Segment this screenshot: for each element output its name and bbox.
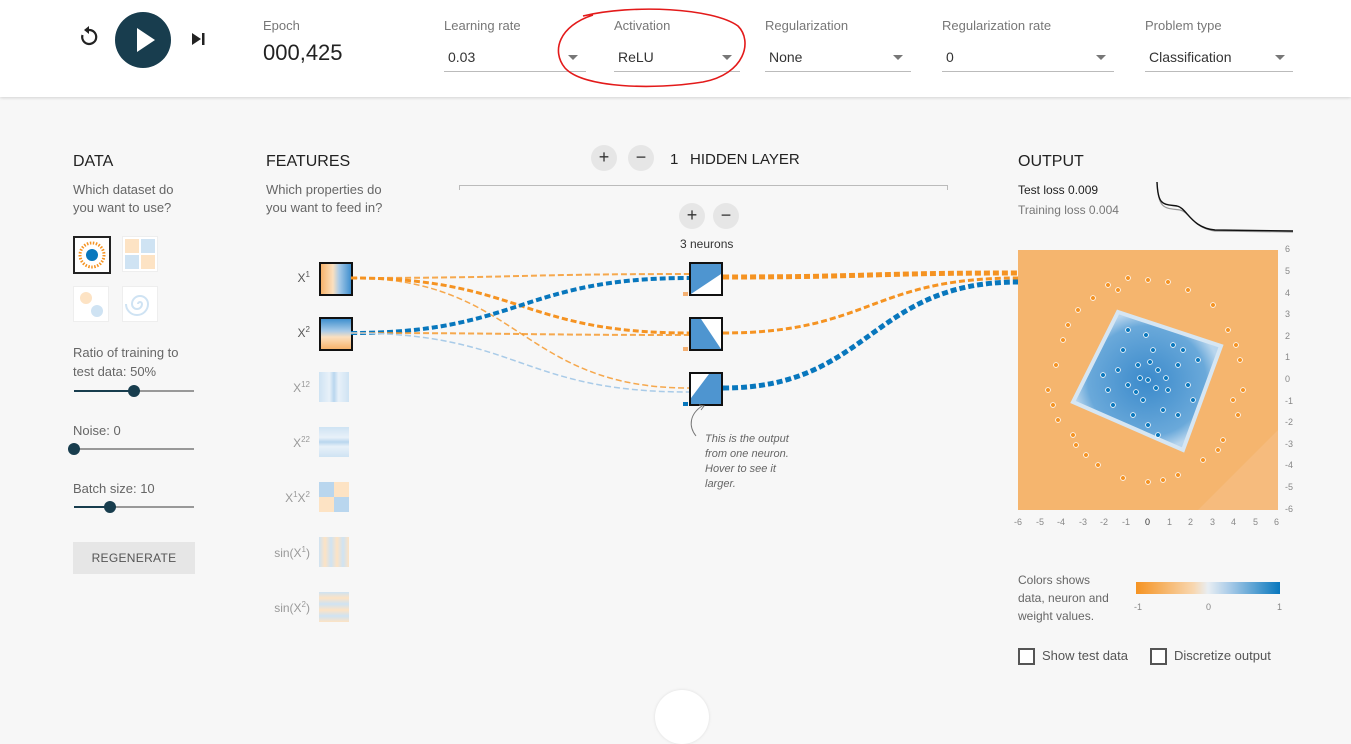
loss-chart bbox=[1156, 181, 1294, 233]
neuron-3[interactable] bbox=[689, 372, 723, 406]
neuron-tooltip: This is the output from one neuron. Hove… bbox=[705, 433, 789, 490]
neuron-bias-2 bbox=[683, 347, 688, 351]
color-scale-max: 1 bbox=[1277, 602, 1283, 612]
show-test-data-checkbox[interactable] bbox=[1018, 648, 1035, 665]
tooltip-arrow bbox=[690, 404, 705, 437]
hidden-layers-count: 1 bbox=[670, 151, 679, 168]
neuron-2[interactable] bbox=[689, 317, 723, 351]
neuron-1[interactable] bbox=[689, 262, 723, 296]
test-loss: Test loss 0.009 bbox=[1018, 183, 1099, 197]
colors-desc-2: data, neuron and bbox=[1018, 591, 1109, 605]
discretize-output-checkbox[interactable] bbox=[1150, 648, 1167, 665]
colors-desc-1: Colors shows bbox=[1018, 573, 1091, 587]
show-test-data-label[interactable]: Show test data bbox=[1042, 648, 1128, 663]
remove-neuron-button[interactable]: − bbox=[713, 203, 739, 229]
output-title: OUTPUT bbox=[1018, 153, 1084, 170]
training-loss: Training loss 0.004 bbox=[1018, 203, 1119, 217]
neuron-bias-1 bbox=[683, 292, 688, 296]
neurons-label: 3 neurons bbox=[680, 237, 734, 251]
add-layer-button[interactable]: + bbox=[591, 145, 617, 171]
add-neuron-button[interactable]: + bbox=[679, 203, 705, 229]
color-scale-min: -1 bbox=[1134, 602, 1143, 612]
output-heatmap bbox=[1018, 250, 1278, 510]
colors-desc-3: weight values. bbox=[1018, 609, 1095, 623]
scroll-indicator[interactable] bbox=[655, 690, 709, 744]
hidden-layers-label: HIDDEN LAYER bbox=[690, 151, 800, 168]
remove-layer-button[interactable]: − bbox=[628, 145, 654, 171]
color-scale-mid: 0 bbox=[1206, 602, 1212, 612]
color-scale-bar bbox=[1136, 582, 1280, 594]
discretize-output-label[interactable]: Discretize output bbox=[1174, 648, 1271, 663]
hidden-layers-bracket bbox=[459, 185, 948, 190]
